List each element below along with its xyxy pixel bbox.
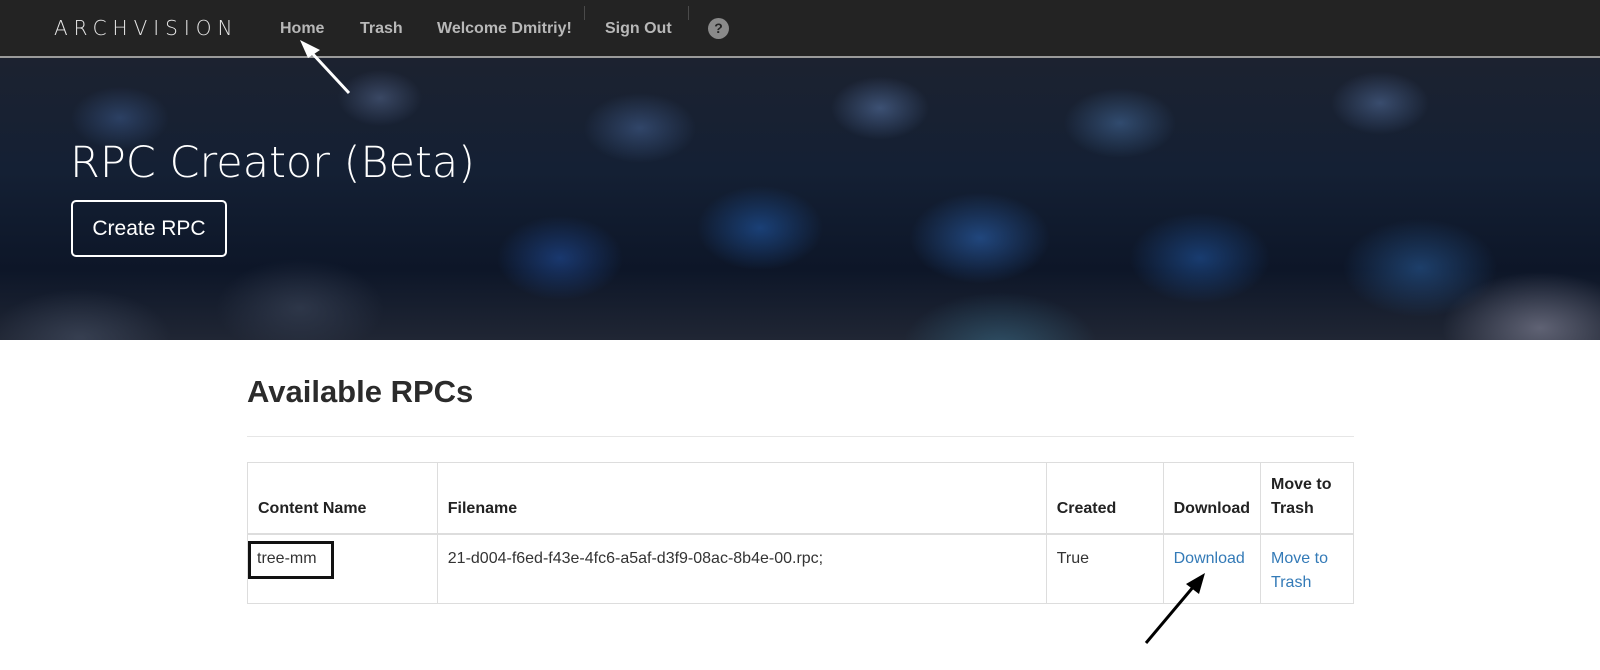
annotation-arrows	[300, 40, 1205, 644]
arrow-to-download-icon	[1144, 573, 1205, 644]
arrow-to-home-icon	[300, 40, 351, 95]
